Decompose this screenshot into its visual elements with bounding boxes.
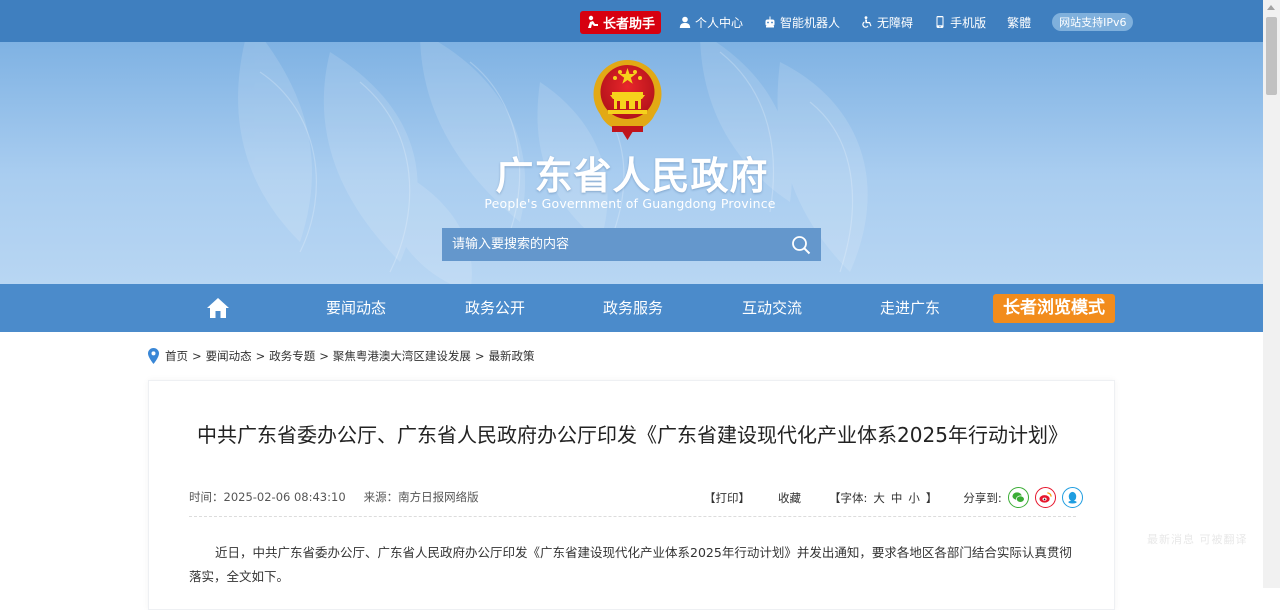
search-input[interactable] [442, 228, 781, 261]
mobile-link[interactable]: 手机版 [934, 14, 986, 31]
article-meta: 时间：2025-02-06 08:43:10 来源：南方日报网络版 [189, 489, 479, 505]
breadcrumb-separator: > [319, 349, 329, 363]
site-subtitle: People's Government of Guangdong Provinc… [484, 196, 776, 211]
top-bar: 长者助手 个人中心 智能机器人 无障碍 手机版 繁體 网站支持IPv6 [0, 0, 1263, 42]
breadcrumb-separator: > [192, 349, 202, 363]
user-icon [679, 16, 691, 28]
location-pin-icon [148, 348, 159, 364]
nav-item-interaction[interactable]: 互动交流 [732, 284, 812, 332]
elder-helper-label: 长者助手 [603, 16, 656, 32]
search-bar [442, 228, 821, 261]
article-time: 时间：2025-02-06 08:43:10 [189, 490, 346, 504]
mobile-icon [936, 16, 944, 28]
national-emblem [593, 60, 662, 140]
font-size-suffix: 】 [925, 490, 938, 505]
weibo-icon [1039, 492, 1052, 503]
breadcrumb-home[interactable]: 首页 [165, 348, 188, 364]
qq-icon [1068, 491, 1077, 504]
scrollbar-thumb[interactable] [1266, 17, 1277, 95]
nav-item-about-guangdong[interactable]: 走进广东 [870, 284, 950, 332]
article-source: 来源：南方日报网络版 [363, 490, 479, 504]
search-button[interactable] [781, 228, 821, 261]
main-nav: 要闻动态 政务公开 政务服务 互动交流 走进广东 长者浏览模式 [0, 284, 1263, 332]
nav-item-news[interactable]: 要闻动态 [316, 284, 396, 332]
favorite-button[interactable]: 收藏 [778, 490, 801, 506]
traditional-chinese-label: 繁體 [1007, 15, 1032, 30]
site-title: 广东省人民政府 [495, 154, 769, 198]
accessibility-icon [862, 16, 872, 28]
accessibility-link[interactable]: 无障碍 [861, 14, 913, 31]
font-size-medium[interactable]: 中 [891, 490, 903, 506]
breadcrumb-topics[interactable]: 政务专题 [269, 348, 315, 364]
article-tools: 【打印】 收藏 【字体: 大 中 小 】 分享到: [704, 487, 1083, 508]
article-card: 中共广东省委办公厅、广东省人民政府办公厅印发《广东省建设现代化产业体系2025年… [148, 380, 1115, 610]
breadcrumb-separator: > [474, 349, 485, 363]
font-size-large[interactable]: 大 [873, 490, 885, 506]
breadcrumb: 首页 > 要闻动态 > 政务专题 > 聚焦粤港澳大湾区建设发展 > 最新政策 [148, 348, 535, 364]
personal-center-link[interactable]: 个人中心 [679, 14, 743, 31]
breadcrumb-separator: > [255, 349, 266, 363]
weibo-share-button[interactable] [1034, 487, 1056, 508]
elder-icon [588, 15, 598, 28]
wechat-share-button[interactable] [1007, 487, 1029, 508]
elder-browse-mode-button[interactable]: 长者浏览模式 [993, 294, 1115, 323]
floating-watermark-text: 最新消息 可被翻译 [1147, 533, 1248, 546]
robot-label: 智能机器人 [780, 15, 841, 30]
nav-item-gov-services[interactable]: 政务服务 [593, 284, 673, 332]
article-divider [189, 516, 1076, 517]
share-label: 分享到: [963, 490, 1002, 505]
nav-item-gov-affairs-public[interactable]: 政务公开 [455, 284, 535, 332]
traditional-chinese-link[interactable]: 繁體 [1007, 14, 1031, 31]
font-size-prefix: 【字体: [829, 490, 868, 505]
article-title: 中共广东省委办公厅、广东省人民政府办公厅印发《广东省建设现代化产业体系2025年… [197, 423, 1068, 447]
mobile-label: 手机版 [950, 15, 987, 30]
accessibility-label: 无障碍 [877, 15, 914, 30]
font-size-small[interactable]: 小 [908, 490, 920, 506]
breadcrumb-news[interactable]: 要闻动态 [206, 348, 252, 364]
print-button[interactable]: 【打印】 [704, 490, 750, 506]
robot-icon [765, 16, 775, 28]
search-icon [792, 235, 811, 254]
font-size-control: 【字体: 大 中 小 】 [829, 490, 937, 506]
robot-link[interactable]: 智能机器人 [764, 14, 840, 31]
scroll-up-arrow-icon[interactable] [1267, 5, 1275, 10]
breadcrumb-greater-bay-area[interactable]: 聚焦粤港澳大湾区建设发展 [333, 348, 471, 364]
elder-helper-button[interactable]: 长者助手 [580, 10, 662, 34]
home-icon[interactable] [206, 297, 230, 319]
page-scrollbar[interactable] [1263, 0, 1280, 588]
wechat-icon [1012, 492, 1025, 503]
qq-share-button[interactable] [1061, 487, 1083, 508]
breadcrumb-latest-policy[interactable]: 最新政策 [489, 348, 535, 364]
ipv6-badge: 网站支持IPv6 [1052, 13, 1134, 31]
article-body: 近日，中共广东省委办公厅、广东省人民政府办公厅印发《广东省建设现代化产业体系20… [189, 545, 1072, 584]
personal-center-label: 个人中心 [695, 15, 744, 30]
site-header-banner: 广东省人民政府 People's Government of Guangdong… [0, 42, 1263, 284]
